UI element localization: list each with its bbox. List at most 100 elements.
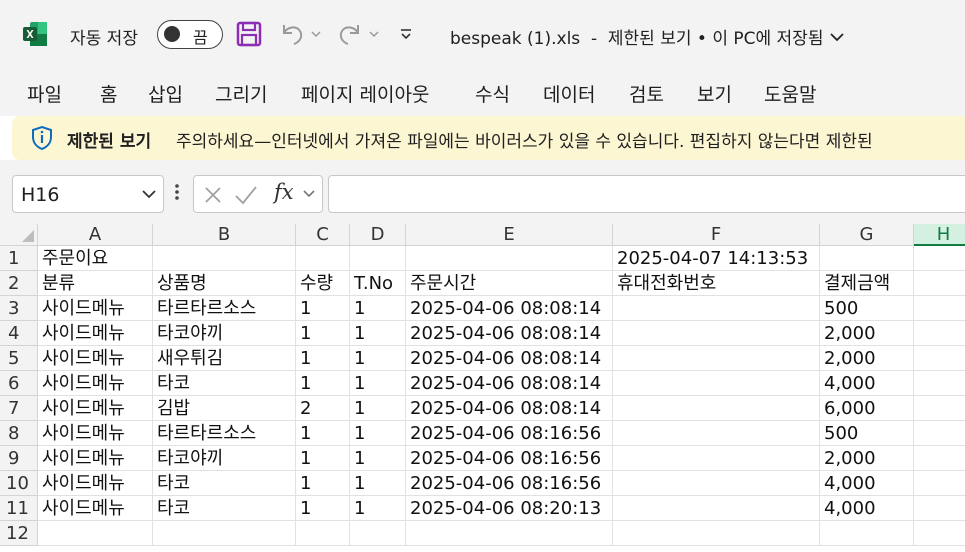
tab-home[interactable]: 홈 xyxy=(100,80,117,107)
redo-dropdown[interactable] xyxy=(368,20,380,48)
cell-c8[interactable]: 1 xyxy=(296,421,350,446)
cell-e11[interactable]: 2025-04-06 08:20:13 xyxy=(406,496,613,521)
cell-d8[interactable]: 1 xyxy=(350,421,406,446)
cell-c9[interactable]: 1 xyxy=(296,446,350,471)
cell-h7[interactable] xyxy=(914,396,965,421)
row-header[interactable]: 10 xyxy=(0,471,38,496)
cell-b11[interactable]: 타코 xyxy=(153,496,296,521)
cell-h12[interactable] xyxy=(914,521,965,546)
cell-d11[interactable]: 1 xyxy=(350,496,406,521)
cell-e12[interactable] xyxy=(406,521,613,546)
cell-a2[interactable]: 분류 xyxy=(38,271,153,296)
cell-f10[interactable] xyxy=(613,471,820,496)
cell-c1[interactable] xyxy=(296,246,350,271)
cell-d4[interactable]: 1 xyxy=(350,321,406,346)
cell-c3[interactable]: 1 xyxy=(296,296,350,321)
cell-g8[interactable]: 500 xyxy=(820,421,914,446)
cell-a10[interactable]: 사이드메뉴 xyxy=(38,471,153,496)
row-header[interactable]: 8 xyxy=(0,421,38,446)
cell-b4[interactable]: 타코야끼 xyxy=(153,321,296,346)
cell-d6[interactable]: 1 xyxy=(350,371,406,396)
cell-e4[interactable]: 2025-04-06 08:08:14 xyxy=(406,321,613,346)
cell-e1[interactable] xyxy=(406,246,613,271)
cell-c4[interactable]: 1 xyxy=(296,321,350,346)
cell-h4[interactable] xyxy=(914,321,965,346)
tab-page-layout[interactable]: 페이지 레이아웃 xyxy=(301,80,429,107)
cell-a4[interactable]: 사이드메뉴 xyxy=(38,321,153,346)
column-header-f[interactable]: F xyxy=(613,224,820,246)
cell-h6[interactable] xyxy=(914,371,965,396)
cell-d10[interactable]: 1 xyxy=(350,471,406,496)
row-header[interactable]: 11 xyxy=(0,496,38,521)
cell-e5[interactable]: 2025-04-06 08:08:14 xyxy=(406,346,613,371)
cell-e10[interactable]: 2025-04-06 08:16:56 xyxy=(406,471,613,496)
row-header[interactable]: 9 xyxy=(0,446,38,471)
cell-f3[interactable] xyxy=(613,296,820,321)
cell-h8[interactable] xyxy=(914,421,965,446)
cell-b1[interactable] xyxy=(153,246,296,271)
cell-g4[interactable]: 2,000 xyxy=(820,321,914,346)
column-header-g[interactable]: G xyxy=(820,224,914,246)
name-box[interactable]: H16 xyxy=(12,175,164,213)
cell-a1[interactable]: 주문이요 xyxy=(38,246,153,271)
row-header[interactable]: 1 xyxy=(0,246,38,271)
insert-function-button[interactable]: fx xyxy=(274,180,294,204)
row-header[interactable]: 6 xyxy=(0,371,38,396)
cell-d9[interactable]: 1 xyxy=(350,446,406,471)
save-button[interactable] xyxy=(236,20,262,48)
cell-g9[interactable]: 2,000 xyxy=(820,446,914,471)
cell-b6[interactable]: 타코 xyxy=(153,371,296,396)
document-title-button[interactable]: bespeak (1).xls - 제한된 보기 • 이 PC에 저장됨 xyxy=(450,24,845,49)
tab-draw[interactable]: 그리기 xyxy=(215,80,267,107)
chevron-down-icon[interactable] xyxy=(302,188,316,200)
cell-g11[interactable]: 4,000 xyxy=(820,496,914,521)
column-header-a[interactable]: A xyxy=(38,224,153,246)
tab-review[interactable]: 검토 xyxy=(629,80,664,107)
cell-b5[interactable]: 새우튀김 xyxy=(153,346,296,371)
cell-g6[interactable]: 4,000 xyxy=(820,371,914,396)
cell-e9[interactable]: 2025-04-06 08:16:56 xyxy=(406,446,613,471)
cell-a8[interactable]: 사이드메뉴 xyxy=(38,421,153,446)
cell-d7[interactable]: 1 xyxy=(350,396,406,421)
cell-h10[interactable] xyxy=(914,471,965,496)
cell-d3[interactable]: 1 xyxy=(350,296,406,321)
cell-b9[interactable]: 타코야끼 xyxy=(153,446,296,471)
cell-h11[interactable] xyxy=(914,496,965,521)
cell-h2[interactable] xyxy=(914,271,965,296)
cell-g3[interactable]: 500 xyxy=(820,296,914,321)
cell-f12[interactable] xyxy=(613,521,820,546)
row-header[interactable]: 4 xyxy=(0,321,38,346)
cell-h3[interactable] xyxy=(914,296,965,321)
cell-b12[interactable] xyxy=(153,521,296,546)
row-header[interactable]: 5 xyxy=(0,346,38,371)
undo-dropdown[interactable] xyxy=(310,20,322,48)
tab-help[interactable]: 도움말 xyxy=(764,80,816,107)
cell-d5[interactable]: 1 xyxy=(350,346,406,371)
cell-a3[interactable]: 사이드메뉴 xyxy=(38,296,153,321)
cell-f7[interactable] xyxy=(613,396,820,421)
cell-a9[interactable]: 사이드메뉴 xyxy=(38,446,153,471)
cell-c12[interactable] xyxy=(296,521,350,546)
row-header[interactable]: 12 xyxy=(0,521,38,546)
cell-a6[interactable]: 사이드메뉴 xyxy=(38,371,153,396)
cell-e6[interactable]: 2025-04-06 08:08:14 xyxy=(406,371,613,396)
cell-b3[interactable]: 타르타르소스 xyxy=(153,296,296,321)
cell-a12[interactable] xyxy=(38,521,153,546)
autosave-toggle[interactable]: 끔 xyxy=(157,20,223,49)
cancel-icon[interactable] xyxy=(202,184,224,206)
spreadsheet-grid[interactable]: A B C D E F G H 1 주문이요 2025-04-07 14:13:53 2 분류 상품명 수량… xyxy=(0,224,965,552)
cell-g7[interactable]: 6,000 xyxy=(820,396,914,421)
cell-a11[interactable]: 사이드메뉴 xyxy=(38,496,153,521)
cell-b7[interactable]: 김밥 xyxy=(153,396,296,421)
select-all-corner[interactable] xyxy=(0,224,38,246)
column-header-c[interactable]: C xyxy=(296,224,350,246)
tab-formulas[interactable]: 수식 xyxy=(475,80,510,107)
cell-f2[interactable]: 휴대전화번호 xyxy=(613,271,820,296)
column-header-e[interactable]: E xyxy=(406,224,613,246)
cell-f9[interactable] xyxy=(613,446,820,471)
cell-a7[interactable]: 사이드메뉴 xyxy=(38,396,153,421)
cell-b2[interactable]: 상품명 xyxy=(153,271,296,296)
cell-g12[interactable] xyxy=(820,521,914,546)
cell-c2[interactable]: 수량 xyxy=(296,271,350,296)
customize-quick-access-button[interactable] xyxy=(398,20,414,48)
